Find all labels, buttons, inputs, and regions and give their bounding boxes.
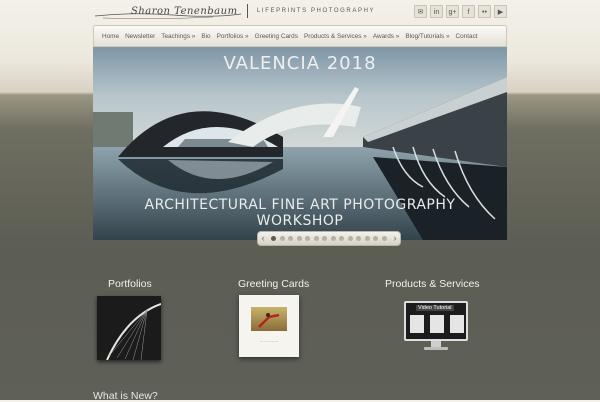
monitor-screen: Video Tutorial xyxy=(404,301,468,341)
signature-logo[interactable]: Sharon Tenenbaum xyxy=(93,2,243,22)
signature-text: Sharon Tenenbaum xyxy=(131,6,238,17)
whats-new-heading: What is New? xyxy=(93,390,158,402)
tutorial-screenshot xyxy=(430,315,444,333)
nav-greeting-cards[interactable]: Greeting Cards xyxy=(255,33,298,40)
hero-subtitle: ARCHITECTURAL FINE ART PHOTOGRAPHY WORKS… xyxy=(144,197,456,229)
slideshow-controls: ‹ › xyxy=(257,231,401,246)
slide-indicator-dot[interactable] xyxy=(356,236,362,241)
slide-indicator-dot[interactable] xyxy=(322,236,328,241)
next-slide-button[interactable]: › xyxy=(390,232,400,245)
card-caption: ― ― ― ― ― xyxy=(259,339,279,343)
slide-indicator-dot[interactable] xyxy=(271,236,276,241)
tutorial-screenshot xyxy=(450,315,464,333)
slide-indicator-dot[interactable] xyxy=(288,236,294,241)
nav-teachings[interactable]: Teachings » xyxy=(161,33,195,40)
portfolios-thumbnail[interactable] xyxy=(97,296,162,361)
slide-indicator-dot[interactable] xyxy=(296,236,302,241)
card-photo xyxy=(251,307,287,331)
slide-indicator-dot[interactable] xyxy=(339,236,345,241)
hero-slideshow[interactable]: VALENCIA 2018 ARCHITECTURAL FINE ART PHO… xyxy=(93,47,507,240)
nav-portfolios[interactable]: Portfolios » xyxy=(217,33,249,40)
slide-indicator-dot[interactable] xyxy=(305,236,311,241)
video-tutorial-label: Video Tutorial xyxy=(416,305,454,311)
slide-indicators xyxy=(268,236,390,241)
tutorial-screenshot xyxy=(410,315,424,333)
nav-awards[interactable]: Awards » xyxy=(373,33,400,40)
nav-home[interactable]: Home xyxy=(102,33,119,40)
slide-indicator-dot[interactable] xyxy=(347,236,353,241)
monitor-base xyxy=(424,347,448,350)
nav-blog-tutorials[interactable]: Blog/Tutorials » xyxy=(405,33,449,40)
flickr-icon[interactable]: •• xyxy=(478,5,491,18)
products-services-heading[interactable]: Products & Services xyxy=(385,278,480,290)
header-divider xyxy=(247,4,248,18)
prev-slide-button[interactable]: ‹ xyxy=(258,232,268,245)
slide-indicator-dot[interactable] xyxy=(364,236,370,241)
googleplus-icon[interactable]: g+ xyxy=(446,5,459,18)
social-icons: ✉ in g+ f •• ▶ xyxy=(414,5,507,18)
nav-newsletter[interactable]: Newsletter xyxy=(125,33,155,40)
linkedin-icon[interactable]: in xyxy=(430,5,443,18)
greeting-cards-heading[interactable]: Greeting Cards xyxy=(238,278,309,290)
portfolios-heading[interactable]: Portfolios xyxy=(108,278,152,290)
dancer-figure xyxy=(258,313,280,328)
slide-indicator-dot[interactable] xyxy=(373,236,379,241)
nav-products-services[interactable]: Products & Services » xyxy=(304,33,367,40)
slide-indicator-dot[interactable] xyxy=(381,236,387,241)
youtube-icon[interactable]: ▶ xyxy=(494,5,507,18)
main-nav: Home Newsletter Teachings » Bio Portfoli… xyxy=(93,25,507,47)
slide-indicator-dot[interactable] xyxy=(279,236,285,241)
slide-indicator-dot[interactable] xyxy=(330,236,336,241)
hero-title: VALENCIA 2018 xyxy=(223,53,377,74)
site-header: Sharon Tenenbaum LIFEPRINTS PHOTOGRAPHY … xyxy=(93,0,507,24)
nav-contact[interactable]: Contact xyxy=(456,33,478,40)
facebook-icon[interactable]: f xyxy=(462,5,475,18)
greeting-cards-thumbnail[interactable]: ― ― ― ― ― xyxy=(239,295,299,357)
slide-indicator-dot[interactable] xyxy=(313,236,319,241)
bridge-photo xyxy=(97,296,162,361)
site-tagline: LIFEPRINTS PHOTOGRAPHY xyxy=(257,8,376,14)
nav-bio[interactable]: Bio xyxy=(201,33,210,40)
mail-icon[interactable]: ✉ xyxy=(414,5,427,18)
products-services-thumbnail[interactable]: Video Tutorial xyxy=(404,301,468,351)
